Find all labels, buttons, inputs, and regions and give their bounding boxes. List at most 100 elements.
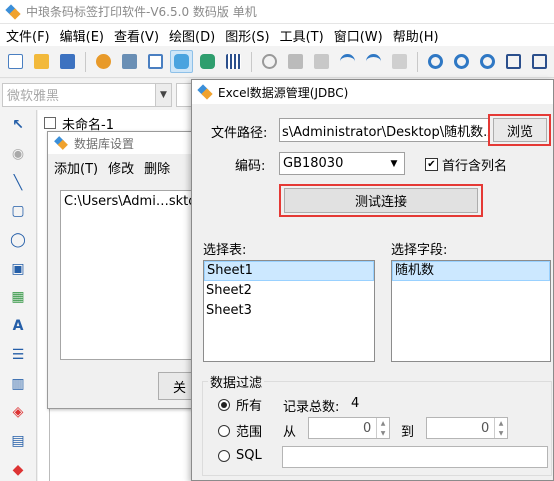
- list-item[interactable]: Sheet1: [204, 261, 374, 281]
- cut-icon[interactable]: [258, 50, 281, 73]
- stamp-tool-icon[interactable]: ◆: [5, 458, 31, 481]
- undo-icon[interactable]: [336, 50, 359, 73]
- filter-sql-radio[interactable]: SQL: [218, 448, 262, 463]
- multiline-text-icon[interactable]: ☰: [5, 344, 31, 367]
- filter-all-label: 所有: [236, 399, 263, 414]
- filter-range-label: 范围: [236, 425, 263, 440]
- rotate-icon[interactable]: ◉: [5, 143, 31, 166]
- settings-gear-icon[interactable]: [92, 50, 115, 73]
- font-family-select[interactable]: 微软雅黑 ▼: [2, 82, 172, 107]
- redo-icon[interactable]: [362, 50, 385, 73]
- stepper-arrows-icon[interactable]: ▲ ▼: [494, 418, 507, 438]
- fit-page-icon[interactable]: [502, 50, 525, 73]
- db-dialog-titlebar: 数据库设置: [48, 132, 196, 154]
- first-row-header-option[interactable]: ✔ 首行含列名: [425, 155, 507, 174]
- zoom-in-icon[interactable]: [424, 50, 447, 73]
- browse-button[interactable]: 浏览: [493, 118, 547, 142]
- menu-edit[interactable]: 编辑(E): [58, 26, 112, 45]
- rectangle-tool-icon[interactable]: ▢: [5, 200, 31, 223]
- document-tab[interactable]: 未命名-1: [40, 113, 175, 133]
- range-to-stepper[interactable]: 0 ▲ ▼: [426, 417, 508, 439]
- database-link-icon[interactable]: [196, 50, 219, 73]
- print-icon[interactable]: [118, 50, 141, 73]
- menu-shape[interactable]: 图形(S): [223, 26, 277, 45]
- text-tool-icon[interactable]: A: [5, 315, 31, 338]
- file-path-label: 文件路径:: [211, 126, 268, 141]
- picture-tool-icon[interactable]: ▦: [5, 286, 31, 309]
- field-listbox[interactable]: 随机数: [391, 260, 551, 362]
- menu-view[interactable]: 查看(V): [112, 26, 167, 45]
- select-pointer-icon[interactable]: ↖: [5, 114, 31, 137]
- db-edit-menu[interactable]: 修改: [108, 158, 134, 177]
- encoding-value: GB18030: [283, 156, 344, 171]
- table-listbox[interactable]: Sheet1 Sheet2 Sheet3: [203, 260, 375, 362]
- list-item[interactable]: C:\Users\Admi…sktop: [64, 194, 199, 209]
- list-item[interactable]: Sheet2: [204, 281, 374, 301]
- print-preview-icon[interactable]: [144, 50, 167, 73]
- radio-unselected-icon: [218, 449, 230, 462]
- copy-icon[interactable]: [284, 50, 307, 73]
- menu-bar: 文件(F) 编辑(E) 查看(V) 绘图(D) 图形(S) 工具(T) 窗口(W…: [0, 24, 554, 46]
- excel-datasource-dialog: Excel数据源管理(JDBC) 文件路径: s\Administrator\D…: [191, 79, 554, 481]
- first-row-header-checkbox[interactable]: ✔: [425, 158, 438, 171]
- db-dialog-logo-icon: [55, 137, 68, 150]
- delete-icon[interactable]: [388, 50, 411, 73]
- excel-dialog-titlebar: Excel数据源管理(JDBC): [192, 80, 553, 104]
- new-file-icon[interactable]: [4, 50, 27, 73]
- grid-tool-icon[interactable]: ▤: [5, 430, 31, 453]
- actual-size-icon[interactable]: [528, 50, 551, 73]
- font-family-value: 微软雅黑: [7, 89, 60, 104]
- document-icon: [44, 117, 56, 129]
- save-icon[interactable]: [56, 50, 79, 73]
- database-settings-icon[interactable]: [170, 50, 193, 73]
- drawing-tools-sidebar: ↖ ◉ ╲ ▢ ◯ ▣ ▦ A ☰ ▥ ◈ ▤ ◆: [0, 110, 37, 481]
- document-tab-label: 未命名-1: [62, 117, 114, 133]
- menu-draw[interactable]: 绘图(D): [167, 26, 223, 45]
- menu-tools[interactable]: 工具(T): [278, 26, 332, 45]
- menu-help[interactable]: 帮助(H): [391, 26, 447, 45]
- sql-input[interactable]: [282, 446, 548, 468]
- file-path-value: s\Administrator\Desktop\随机数.xls: [282, 124, 489, 140]
- qrcode-tool-icon[interactable]: ◈: [5, 401, 31, 424]
- db-add-menu[interactable]: 添加(T): [54, 158, 98, 177]
- db-dialog-title: 数据库设置: [74, 136, 135, 151]
- select-table-label: 选择表:: [203, 243, 247, 258]
- range-to-value: 0: [481, 421, 490, 436]
- database-settings-dialog: 数据库设置 添加(T) 修改 删除 C:\Users\Admi…sktop 关: [47, 131, 208, 409]
- stepper-arrows-icon[interactable]: ▲ ▼: [376, 418, 389, 438]
- grid-icon[interactable]: [222, 50, 245, 73]
- chevron-down-icon: ▼: [155, 83, 171, 106]
- db-delete-menu[interactable]: 删除: [144, 158, 170, 177]
- line-tool-icon[interactable]: ╲: [5, 171, 31, 194]
- file-path-input[interactable]: s\Administrator\Desktop\随机数.xls: [279, 118, 489, 142]
- zoom-out-icon[interactable]: [450, 50, 473, 73]
- barcode-tool-icon[interactable]: ▥: [5, 372, 31, 395]
- first-row-header-label: 首行含列名: [442, 159, 508, 174]
- encoding-select[interactable]: GB18030 ▼: [279, 152, 405, 175]
- filter-all-radio[interactable]: 所有: [218, 395, 262, 414]
- record-count-label: 记录总数:: [283, 400, 340, 415]
- app-titlebar: 中琅条码标签打印软件-V6.5.0 数码版 单机: [0, 0, 554, 24]
- encoding-label: 编码:: [235, 159, 266, 174]
- toolbar-divider: [251, 51, 252, 72]
- list-item[interactable]: 随机数: [392, 261, 550, 281]
- image-tool-icon[interactable]: ▣: [5, 257, 31, 280]
- menu-file[interactable]: 文件(F): [4, 26, 58, 45]
- select-field-label: 选择字段:: [391, 243, 448, 258]
- db-connection-list[interactable]: C:\Users\Admi…sktop: [60, 190, 200, 360]
- range-from-value: 0: [363, 421, 372, 436]
- menu-window[interactable]: 窗口(W): [332, 26, 391, 45]
- list-item[interactable]: Sheet3: [204, 301, 374, 321]
- chevron-down-icon: ▼: [390, 158, 398, 169]
- toolbar-divider: [417, 51, 418, 72]
- zoom-fit-icon[interactable]: [476, 50, 499, 73]
- ellipse-tool-icon[interactable]: ◯: [5, 229, 31, 252]
- filter-sql-label: SQL: [236, 448, 262, 463]
- open-folder-icon[interactable]: [30, 50, 53, 73]
- filter-range-radio[interactable]: 范围: [218, 421, 262, 440]
- paste-icon[interactable]: [310, 50, 333, 73]
- radio-selected-icon: [218, 398, 230, 411]
- range-from-stepper[interactable]: 0 ▲ ▼: [308, 417, 390, 439]
- range-to-label: 到: [401, 425, 415, 440]
- test-connection-button[interactable]: 测试连接: [284, 188, 478, 213]
